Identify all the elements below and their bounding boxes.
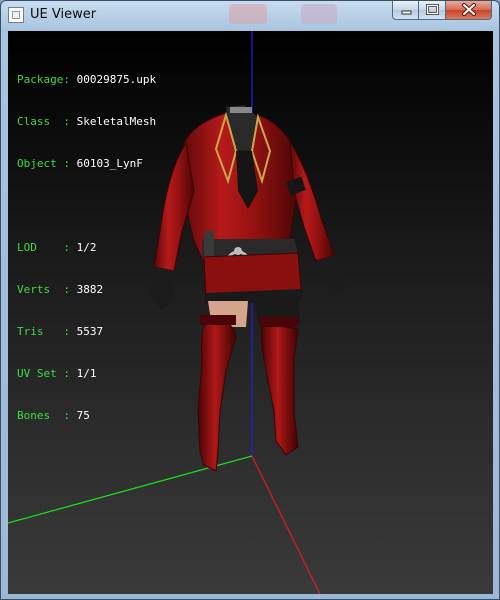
window-title: UE Viewer bbox=[30, 7, 97, 22]
info-value: 1/2 bbox=[76, 241, 97, 254]
3d-viewport[interactable]: Package: 00029875.upk Class : SkeletalMe… bbox=[8, 31, 493, 594]
info-label: Class : bbox=[17, 115, 70, 128]
close-icon bbox=[462, 3, 476, 16]
info-label: Package: bbox=[17, 73, 70, 86]
info-row-verts: Verts : 3882 bbox=[17, 283, 156, 297]
info-row-uvset: UV Set : 1/1 bbox=[17, 367, 156, 381]
minimize-button[interactable] bbox=[392, 1, 419, 20]
info-label: Verts : bbox=[17, 283, 70, 296]
close-button[interactable] bbox=[446, 1, 492, 20]
title-bar[interactable]: UE Viewer bbox=[1, 1, 499, 29]
info-label: Bones : bbox=[17, 409, 70, 422]
info-row-lod: LOD : 1/2 bbox=[17, 241, 156, 255]
info-label: LOD : bbox=[17, 241, 70, 254]
info-value: SkeletalMesh bbox=[76, 115, 157, 128]
info-value: 75 bbox=[76, 409, 90, 422]
background-taskbar-blur bbox=[229, 4, 267, 24]
info-label: Tris : bbox=[17, 325, 70, 338]
axis-x-line bbox=[251, 455, 321, 594]
info-label: UV Set : bbox=[17, 367, 70, 380]
info-row-bones: Bones : 75 bbox=[17, 409, 156, 423]
maximize-icon bbox=[426, 4, 439, 15]
info-value: 1/1 bbox=[76, 367, 97, 380]
background-taskbar-blur bbox=[301, 4, 337, 24]
app-icon[interactable] bbox=[8, 7, 24, 23]
info-value: 00029875.upk bbox=[76, 73, 157, 86]
info-row-class: Class : SkeletalMesh bbox=[17, 115, 156, 129]
info-label: Object : bbox=[17, 157, 70, 170]
character-model[interactable] bbox=[150, 105, 346, 472]
info-row-package: Package: 00029875.upk bbox=[17, 73, 156, 87]
info-row-object: Object : 60103_LynF bbox=[17, 157, 156, 171]
minimize-icon bbox=[401, 10, 412, 15]
mesh-info-overlay: Package: 00029875.upk Class : SkeletalMe… bbox=[17, 45, 156, 451]
info-value: 3882 bbox=[76, 283, 104, 296]
app-window: UE Viewer Package: 00029875.upk Class: … bbox=[0, 0, 500, 600]
maximize-button[interactable] bbox=[419, 1, 446, 20]
info-row-tris: Tris : 5537 bbox=[17, 325, 156, 339]
info-value: 5537 bbox=[76, 325, 104, 338]
info-value: 60103_LynF bbox=[76, 157, 143, 170]
